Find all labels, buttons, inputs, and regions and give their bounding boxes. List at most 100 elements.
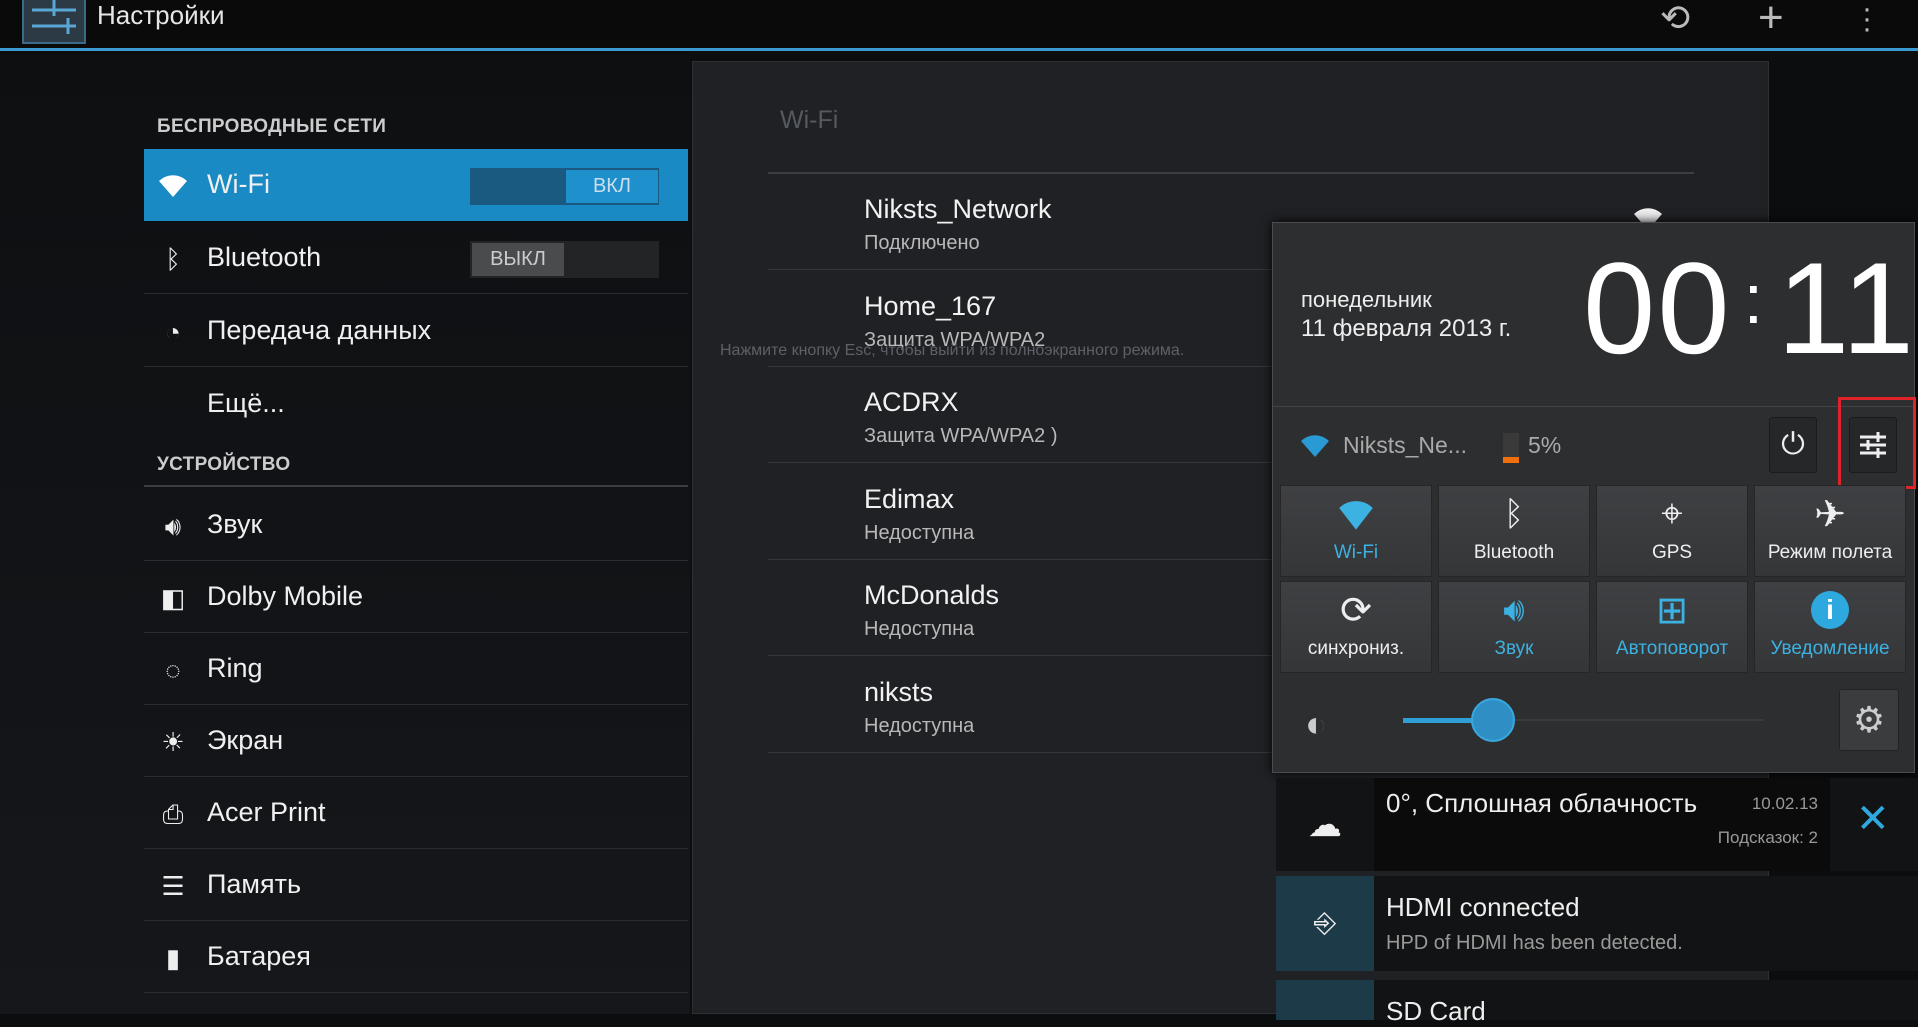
power-flame-icon: ⏻ — [1781, 428, 1805, 461]
settings-gear-button[interactable]: ⚙ — [1839, 689, 1899, 751]
sidebar-item-acer-print[interactable]: ⎙ Acer Print — [144, 777, 688, 849]
settings-app-icon[interactable] — [22, 0, 86, 44]
sidebar-item-dolby[interactable]: ◧ Dolby Mobile — [144, 561, 688, 633]
rotate-icon: ⊞ — [1656, 589, 1688, 632]
wifi-icon — [1295, 431, 1335, 466]
clock: 00:11 — [1583, 233, 1916, 383]
tile-bluetooth[interactable]: ᛒ Bluetooth — [1438, 485, 1590, 577]
tile-sync[interactable]: ⟳ синхрониз. — [1280, 581, 1432, 673]
sidebar-item-label: Память — [207, 869, 302, 899]
battery-icon — [1503, 433, 1519, 463]
sidebar-item-data-usage[interactable]: ◔ Передача данных — [144, 295, 688, 367]
battery-icon: ▮ — [165, 943, 181, 973]
quick-settings-panel: понедельник 11 февраля 2013 г. 00:11 Nik… — [1272, 222, 1916, 773]
divider — [1273, 406, 1914, 407]
display-icon: ☀ — [161, 727, 185, 757]
dismiss-close-icon[interactable]: ✕ — [1856, 796, 1890, 842]
sidebar-item-label: Bluetooth — [207, 242, 322, 272]
tile-sound[interactable]: 🔊︎ Звук — [1438, 581, 1590, 673]
weekday: понедельник — [1301, 287, 1432, 312]
info-icon: i — [1755, 582, 1905, 638]
sidebar-item-ring[interactable]: ◌ Ring — [144, 633, 688, 705]
network-name: Home_167 — [864, 291, 997, 321]
sound-icon: 🔊︎ — [164, 511, 182, 541]
sidebar-item-label: Acer Print — [207, 797, 326, 827]
notification-time: 10.02.13 — [1751, 794, 1818, 813]
dolby-icon: ◧ — [160, 583, 186, 613]
tile-label: Звук — [1494, 638, 1534, 659]
sidebar-item-more[interactable]: Ещё... — [144, 368, 688, 440]
printer-icon: ⎙ — [162, 799, 184, 829]
tile-label: синхрониз. — [1307, 638, 1405, 659]
toggle-label: ВКЛ — [566, 170, 658, 203]
clock-hours: 00 — [1583, 235, 1732, 381]
notification-sd-card[interactable]: SD Card — [1276, 980, 1918, 1026]
sidebar-item-label: Батарея — [207, 941, 311, 971]
network-status: Подключено — [864, 232, 980, 254]
wifi-icon — [1281, 486, 1431, 542]
network-name: ACDRX — [864, 387, 959, 417]
tile-autorotate[interactable]: ⊞ Автоповорот — [1596, 581, 1748, 673]
notification-hdmi[interactable]: ⎆ HDMI connected HPD of HDMI has been de… — [1276, 876, 1918, 971]
sidebar-item-bluetooth[interactable]: ᛒ Bluetooth ВЫКЛ — [144, 222, 688, 294]
sync-icon[interactable]: ⟲ — [1660, 0, 1690, 36]
gear-icon: ⚙ — [1852, 699, 1886, 740]
tile-gps[interactable]: ⌖ GPS — [1596, 485, 1748, 577]
tile-label: Wi-Fi — [1333, 542, 1379, 563]
network-name: niksts — [864, 677, 934, 707]
notification-title: SD Card — [1386, 996, 1486, 1026]
tile-label: Режим полета — [1767, 542, 1893, 563]
network-name: McDonalds — [864, 580, 1000, 610]
network-name: Edimax — [864, 484, 955, 514]
network-status: Недоступна — [864, 715, 975, 737]
notification-title: HDMI connected — [1386, 892, 1580, 922]
pane-title: Wi-Fi — [780, 106, 839, 134]
notification-subtext: HPD of HDMI has been detected. — [1386, 932, 1683, 954]
power-saver-button[interactable]: ⏻ — [1769, 417, 1817, 473]
sidebar-item-storage[interactable]: ☰ Память — [144, 849, 688, 921]
sidebar-item-label: Звук — [207, 509, 263, 539]
sd-card-icon — [1276, 980, 1374, 1020]
data-usage-icon: ◔ — [165, 317, 181, 347]
section-header-device: УСТРОЙСТВО — [157, 454, 291, 475]
section-divider — [144, 485, 688, 487]
sidebar-item-wifi[interactable]: Wi-Fi ВКЛ — [144, 149, 688, 221]
storage-icon: ☰ — [161, 871, 185, 901]
ring-icon: ◌ — [165, 655, 181, 685]
date: 11 февраля 2013 г. — [1301, 315, 1512, 342]
network-status: Недоступна — [864, 522, 975, 544]
network-status: Защита WPA/WPA2 ) — [864, 425, 1058, 447]
section-header-wireless: БЕСПРОВОДНЫЕ СЕТИ — [157, 116, 387, 137]
tile-label: Bluetooth — [1473, 542, 1555, 563]
notification-subtext: Подсказок: 2 — [1717, 828, 1818, 847]
sidebar-item-battery[interactable]: ▮ Батарея — [144, 921, 688, 993]
sidebar-item-sound[interactable]: 🔊︎ Звук — [144, 489, 688, 561]
connected-ssid: Niksts_Ne... — [1343, 432, 1467, 458]
sidebar-item-display[interactable]: ☀ Экран — [144, 705, 688, 777]
brightness-icon: ◐ — [1305, 703, 1327, 744]
bluetooth-icon: ᛒ — [165, 244, 181, 274]
add-icon[interactable]: + — [1758, 0, 1784, 40]
bluetooth-icon: ᛒ — [1503, 494, 1525, 533]
sound-icon: 🔊︎ — [1503, 590, 1525, 629]
action-bar: Настройки ⟲ + · · · — [0, 0, 1918, 51]
hdmi-icon: ⎆ — [1276, 876, 1374, 971]
tile-label: Автоповорот — [1615, 638, 1729, 659]
sidebar-item-label: Dolby Mobile — [207, 581, 364, 611]
gps-icon: ⌖ — [1661, 492, 1683, 535]
tile-notifications[interactable]: i Уведомление — [1754, 581, 1906, 673]
battery-percent: 5% — [1528, 432, 1562, 458]
bluetooth-toggle[interactable]: ВЫКЛ — [470, 241, 659, 278]
brightness-slider-thumb[interactable] — [1471, 698, 1515, 742]
overflow-menu-icon[interactable]: · · · — [1862, 0, 1872, 44]
tile-wifi[interactable]: Wi-Fi — [1280, 485, 1432, 577]
tile-label: Уведомление — [1770, 638, 1890, 659]
sidebar-item-label: Экран — [207, 725, 284, 755]
tile-label: GPS — [1651, 542, 1693, 563]
sync-icon: ⟳ — [1340, 589, 1372, 632]
notification-weather[interactable]: ☁ 0°, Сплошная облачность 10.02.13 Подск… — [1276, 778, 1918, 871]
wifi-toggle[interactable]: ВКЛ — [470, 168, 659, 205]
sidebar-item-label: Передача данных — [207, 315, 432, 345]
tile-airplane-mode[interactable]: ✈ Режим полета — [1754, 485, 1906, 577]
wifi-icon — [158, 171, 188, 201]
